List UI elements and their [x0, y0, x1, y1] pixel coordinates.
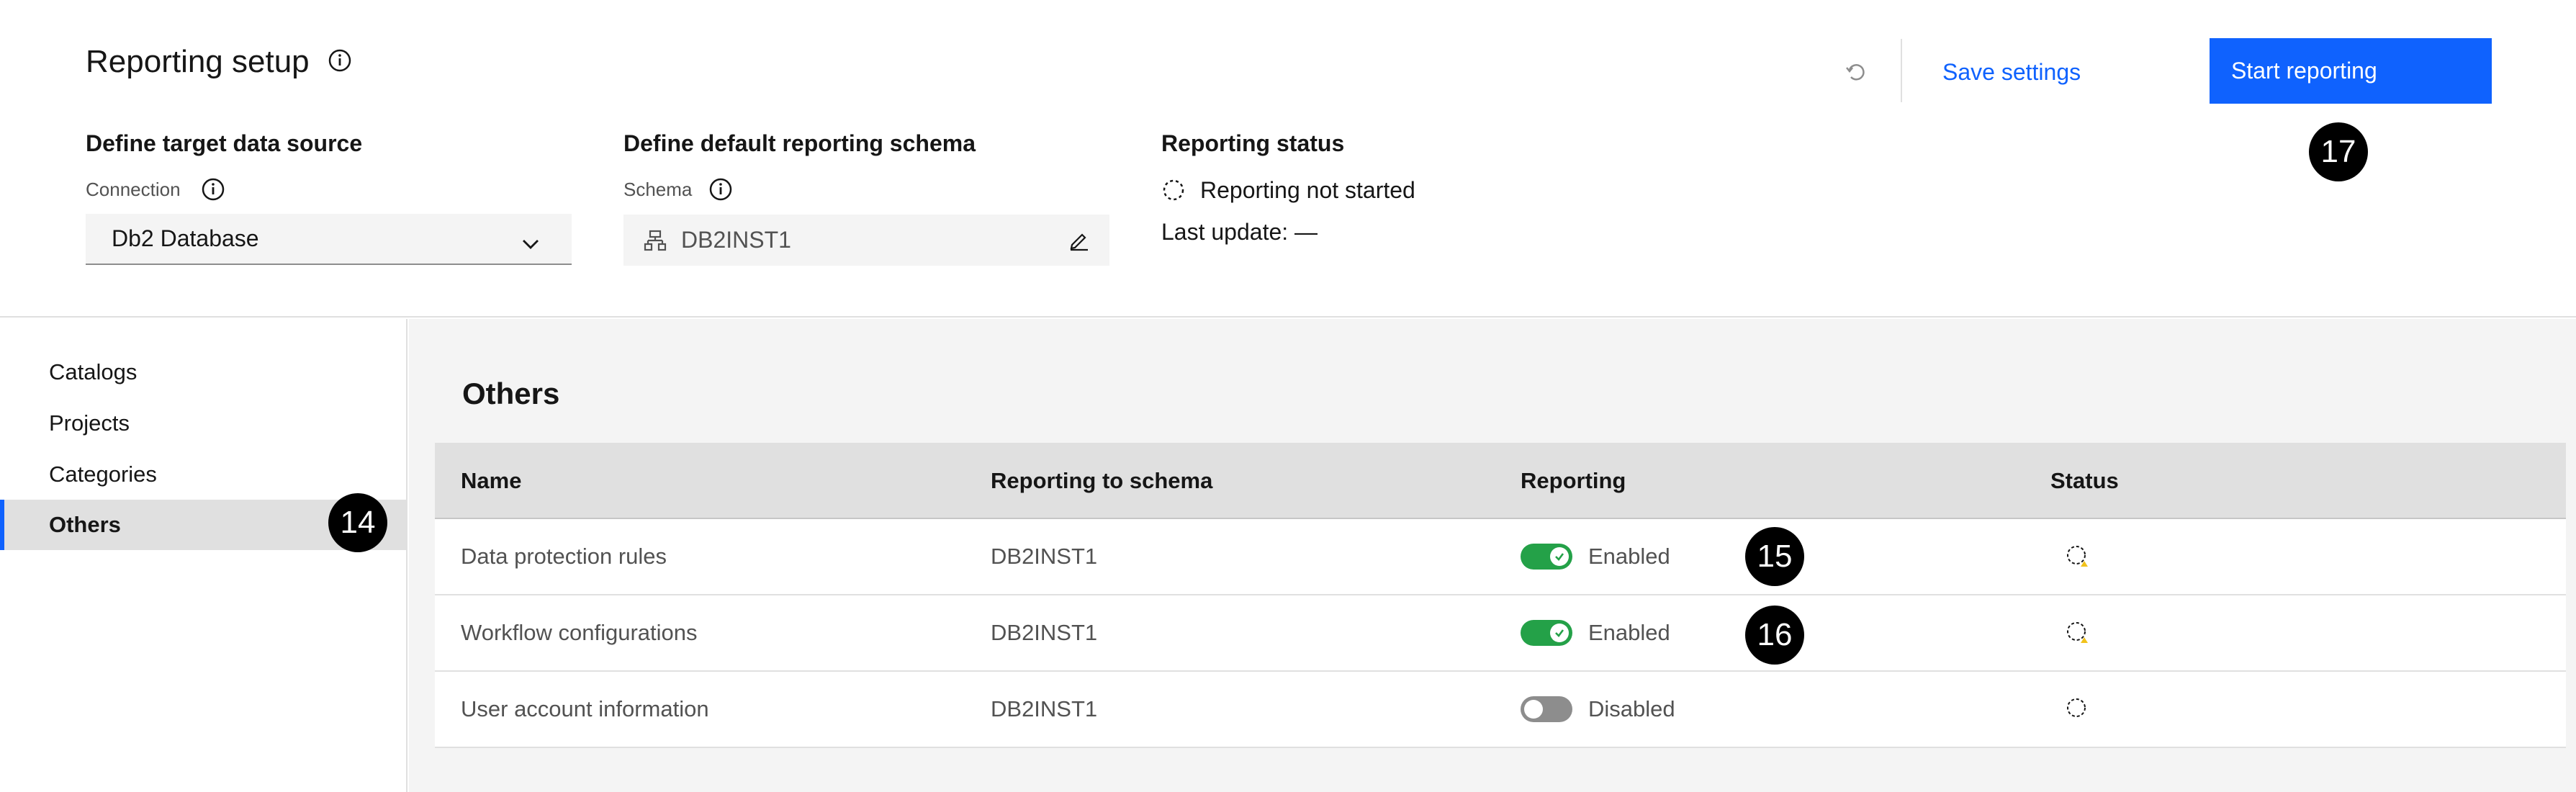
table-header: Name Reporting to schema Reporting Statu…	[435, 443, 2566, 519]
not-started-icon	[1161, 178, 1186, 202]
row-schema: DB2INST1	[991, 544, 1098, 569]
table-row: Data protection rules DB2INST1 Enabled	[435, 519, 2566, 595]
toggle-label: Disabled	[1588, 696, 1675, 721]
sidebar-item-label: Others	[49, 512, 121, 537]
status-cell	[2050, 595, 2091, 670]
checkmark-icon	[1550, 547, 1569, 566]
reset-button[interactable]	[1839, 56, 1871, 88]
sidebar-item-catalogs[interactable]: Catalogs	[0, 347, 406, 397]
info-icon[interactable]	[708, 177, 733, 205]
column-header-reporting[interactable]: Reporting	[1521, 443, 1626, 519]
checkmark-icon	[1550, 624, 1569, 642]
page-title: Reporting setup	[86, 44, 310, 79]
callout-marker: 15	[1745, 527, 1804, 586]
row-name: Data protection rules	[461, 544, 667, 569]
reporting-status-line: Reporting not started	[1161, 174, 1415, 206]
default-schema-title: Define default reporting schema	[623, 130, 976, 156]
pending-warning-icon	[2065, 620, 2091, 646]
schema-icon	[644, 229, 667, 252]
connection-value: Db2 Database	[112, 225, 259, 251]
reporting-cell: Disabled	[1521, 672, 1675, 747]
callout-marker: 14	[328, 493, 387, 552]
status-cell	[2050, 672, 2091, 747]
pending-warning-icon	[2065, 544, 2091, 570]
row-schema: DB2INST1	[991, 620, 1098, 645]
table-row: Workflow configurations DB2INST1 Enabled	[435, 595, 2566, 672]
sidebar: Catalogs Projects Categories Others	[0, 319, 407, 792]
status-cell	[2050, 519, 2091, 594]
row-name: User account information	[461, 696, 709, 721]
reporting-status-title: Reporting status	[1161, 130, 1345, 156]
schema-value: DB2INST1	[681, 227, 791, 253]
target-data-source-title: Define target data source	[86, 130, 363, 156]
start-reporting-button[interactable]: Start reporting	[2210, 38, 2492, 104]
not-started-icon	[2065, 696, 2091, 722]
reporting-toggle[interactable]	[1521, 696, 1572, 722]
sidebar-item-categories[interactable]: Categories	[0, 449, 406, 500]
toggle-knob	[1524, 700, 1543, 719]
callout-marker: 16	[1745, 606, 1804, 665]
chevron-down-icon	[521, 231, 540, 258]
reporting-toggle[interactable]	[1521, 544, 1572, 570]
reporting-cell: Enabled	[1521, 519, 1670, 594]
main-content: Others Name Reporting to schema Reportin…	[409, 319, 2576, 792]
sidebar-item-label: Projects	[49, 410, 130, 436]
toggle-label: Enabled	[1588, 544, 1670, 569]
others-table: Name Reporting to schema Reporting Statu…	[435, 443, 2566, 748]
info-icon[interactable]	[201, 177, 225, 205]
column-header-name[interactable]: Name	[461, 443, 521, 519]
info-icon[interactable]	[328, 48, 352, 76]
edit-icon[interactable]	[1065, 226, 1094, 255]
save-settings-button[interactable]: Save settings	[1942, 56, 2081, 88]
row-name: Workflow configurations	[461, 620, 698, 645]
reporting-status-text: Reporting not started	[1200, 177, 1415, 203]
last-update-text: Last update: —	[1161, 219, 1318, 245]
section-heading: Others	[462, 377, 560, 410]
toggle-label: Enabled	[1588, 620, 1670, 645]
column-header-schema[interactable]: Reporting to schema	[991, 443, 1212, 519]
sidebar-item-projects[interactable]: Projects	[0, 398, 406, 449]
reporting-setup-header: Reporting setup Save settings Start repo…	[0, 0, 2576, 318]
reporting-toggle[interactable]	[1521, 620, 1572, 646]
sidebar-item-label: Catalogs	[49, 359, 138, 384]
connection-dropdown[interactable]: Db2 Database	[86, 214, 572, 265]
row-schema: DB2INST1	[991, 696, 1098, 721]
schema-label: Schema	[623, 179, 693, 200]
column-header-status[interactable]: Status	[2050, 443, 2119, 519]
reporting-cell: Enabled	[1521, 595, 1670, 670]
schema-field: DB2INST1	[623, 215, 1109, 266]
sidebar-item-label: Categories	[49, 462, 157, 487]
table-row: User account information DB2INST1 Disabl…	[435, 672, 2566, 748]
action-divider	[1901, 39, 1902, 102]
connection-label: Connection	[86, 179, 181, 200]
reset-icon	[1843, 60, 1868, 84]
callout-marker: 17	[2309, 122, 2368, 181]
